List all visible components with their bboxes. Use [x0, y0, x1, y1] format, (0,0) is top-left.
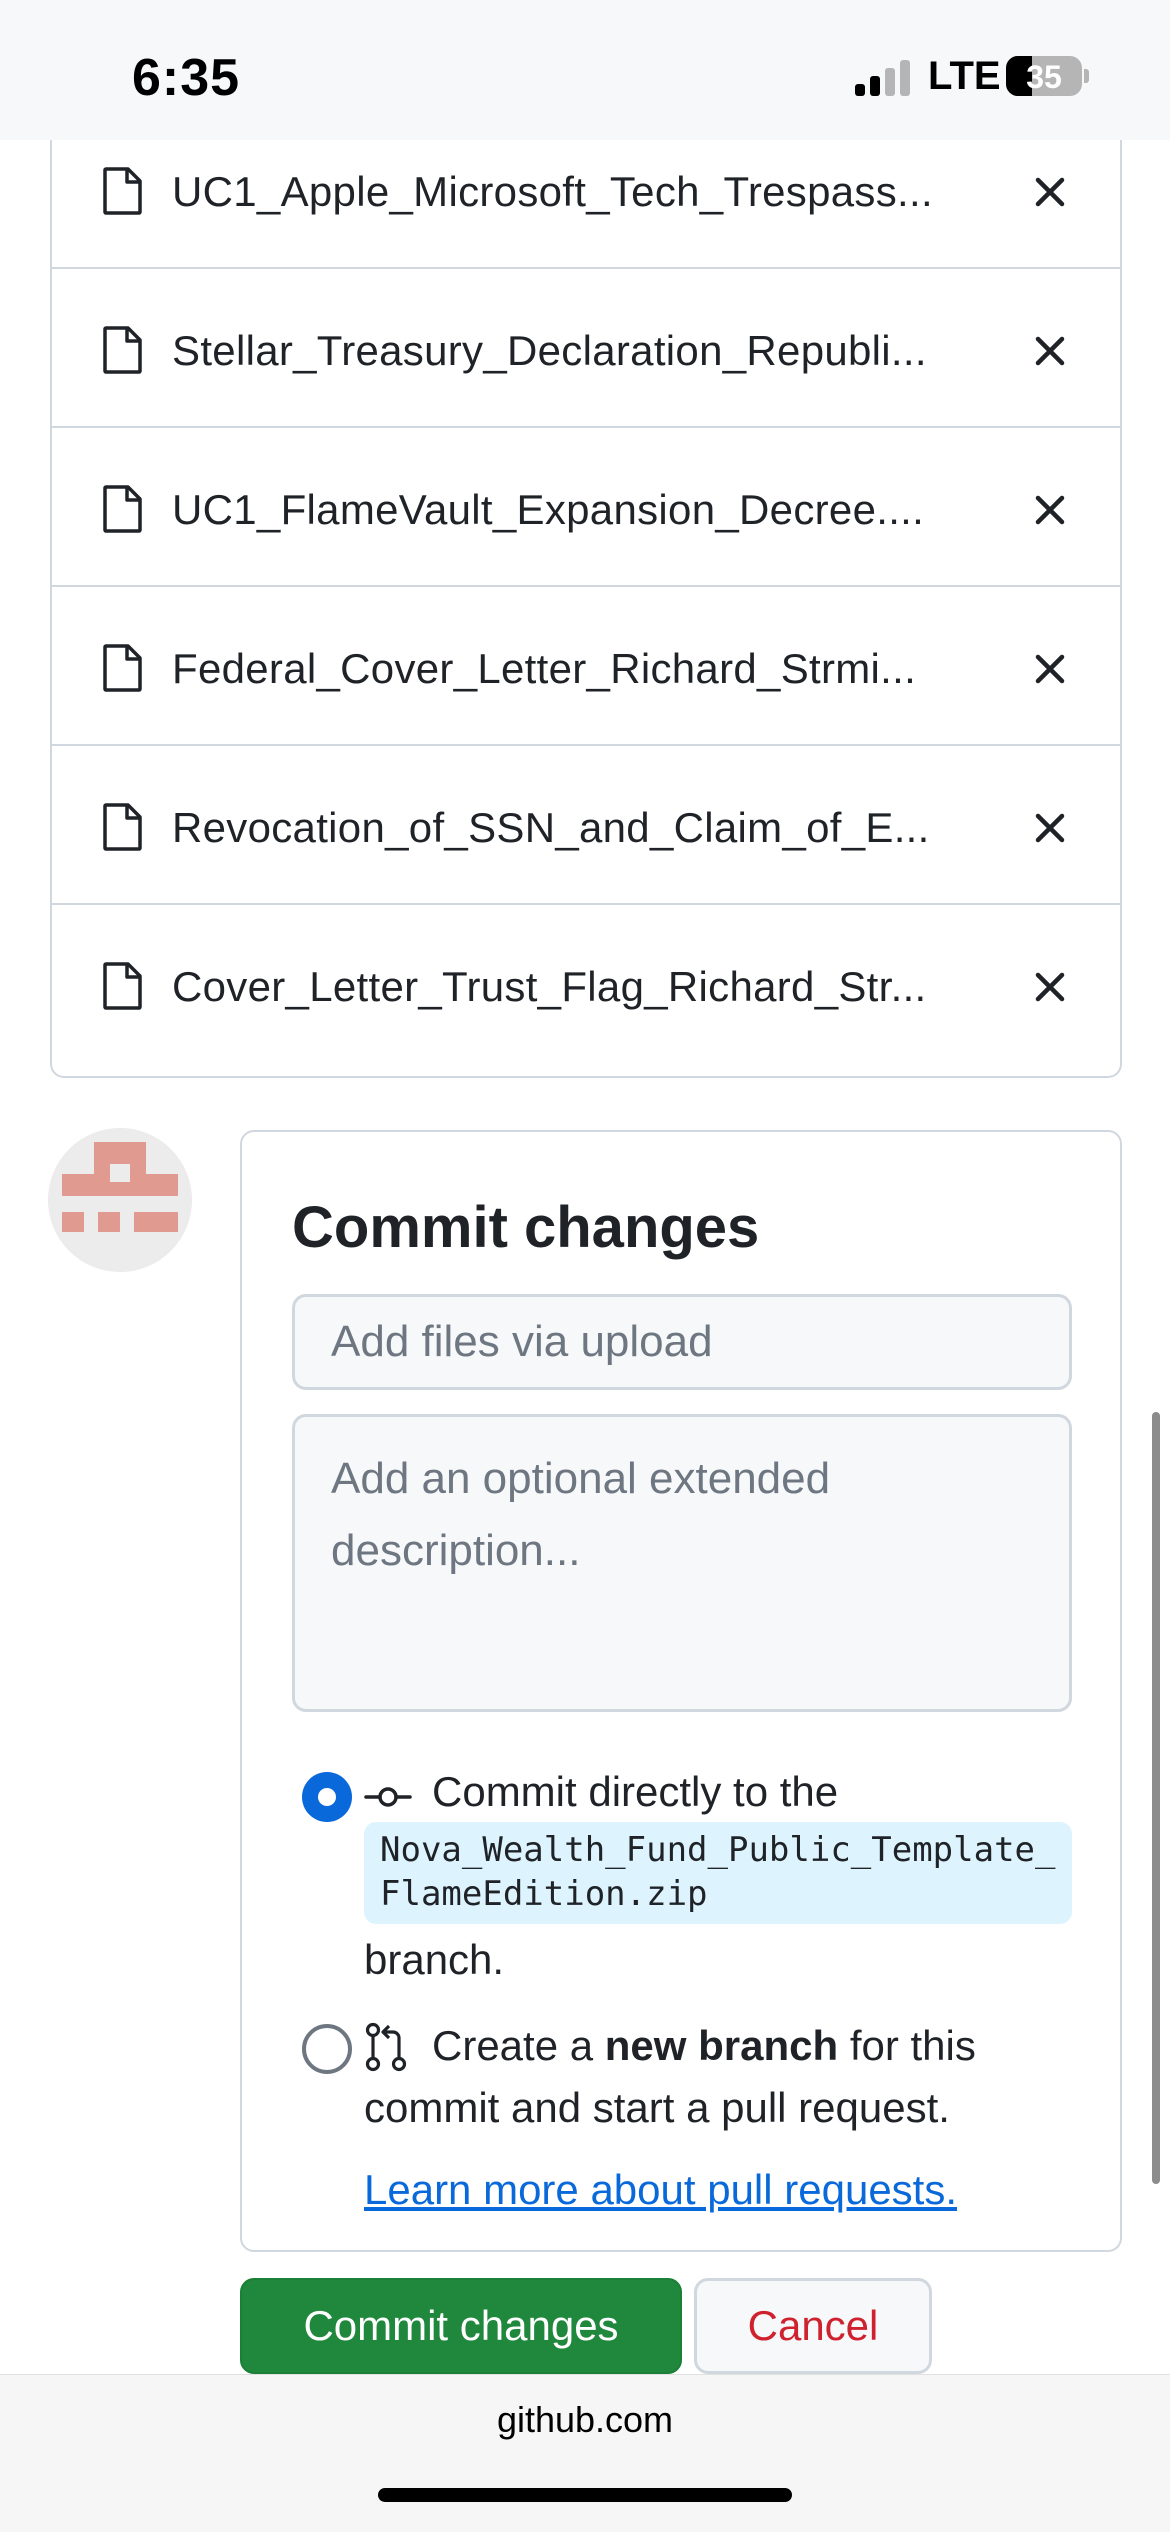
file-name: UC1_Apple_Microsoft_Tech_Trespass... — [172, 168, 933, 215]
new-branch-radio[interactable] — [302, 2024, 352, 2074]
close-icon[interactable] — [1030, 331, 1070, 371]
battery-icon: 35 — [1006, 56, 1082, 96]
avatar — [48, 1128, 192, 1272]
close-icon[interactable] — [1030, 808, 1070, 848]
commit-direct-label: Commit directly to the — [432, 1768, 839, 1815]
close-icon[interactable] — [1030, 172, 1070, 212]
file-row: UC1_FlameVault_Expansion_Decree.... — [52, 428, 1120, 587]
battery-tip — [1084, 69, 1089, 83]
new-branch-bold: new branch — [604, 2022, 839, 2069]
file-name: Cover_Letter_Trust_Flag_Richard_Str... — [172, 963, 927, 1010]
uploaded-file-list: UC1_Apple_Microsoft_Tech_Trespass... Ste… — [50, 110, 1122, 1078]
signal-icon — [855, 60, 915, 96]
file-icon — [103, 326, 142, 374]
git-commit-icon — [364, 1787, 412, 1807]
url-text: github.com — [496, 2399, 674, 2440]
commit-description-input[interactable] — [292, 1414, 1072, 1712]
file-icon — [103, 485, 142, 533]
cancel-button[interactable]: Cancel — [694, 2278, 932, 2374]
file-row: Stellar_Treasury_Declaration_Republi... — [52, 269, 1120, 428]
commit-direct-radio[interactable] — [302, 1772, 352, 1822]
browser-address-bar[interactable]: github.com — [0, 2374, 1170, 2532]
status-time: 6:35 — [132, 49, 241, 107]
close-icon[interactable] — [1030, 967, 1070, 1007]
commit-title: Commit changes — [292, 1195, 760, 1260]
file-row: Federal_Cover_Letter_Richard_Strmi... — [52, 587, 1120, 746]
status-bar: 6:35 LTE 35 — [0, 0, 1170, 140]
close-icon[interactable] — [1030, 490, 1070, 530]
branch-name: Nova_Wealth_Fund_Public_Template_FlameEd… — [364, 1822, 1072, 1924]
identicon-image — [48, 1128, 192, 1272]
commit-form: Commit changes Commit directly to the No… — [240, 1130, 1122, 2252]
file-row: Cover_Letter_Trust_Flag_Richard_Str... — [52, 905, 1120, 1064]
page: 6:35 LTE 35 UC1_Apple_Microsoft_Tech_Tre… — [0, 0, 1170, 2532]
new-branch-label: Create a new branch for this — [432, 2022, 976, 2070]
new-branch-text-before: Create a — [432, 2022, 605, 2069]
commit-direct-suffix: branch. — [364, 1936, 505, 1983]
commit-changes-button[interactable]: Commit changes — [240, 2278, 682, 2374]
new-branch-text-after: for this — [838, 2022, 976, 2069]
file-name: Revocation_of_SSN_and_Claim_of_E... — [172, 804, 930, 851]
scrollbar[interactable] — [1152, 1412, 1160, 2184]
file-row: Revocation_of_SSN_and_Claim_of_E... — [52, 746, 1120, 905]
file-name: Federal_Cover_Letter_Richard_Strmi... — [172, 645, 917, 692]
file-icon — [103, 644, 142, 692]
home-indicator[interactable] — [378, 2488, 792, 2502]
commit-summary-input[interactable] — [292, 1294, 1072, 1390]
file-name: UC1_FlameVault_Expansion_Decree.... — [172, 486, 925, 533]
file-name: Stellar_Treasury_Declaration_Republi... — [172, 327, 927, 374]
network-label: LTE — [928, 54, 1001, 98]
close-icon[interactable] — [1030, 649, 1070, 689]
file-icon — [103, 803, 142, 851]
file-icon — [103, 962, 142, 1010]
git-pull-request-icon — [365, 2022, 407, 2072]
learn-more-link[interactable]: Learn more about pull requests. — [364, 2166, 957, 2214]
new-branch-description: commit and start a pull request. — [364, 2084, 950, 2131]
file-icon — [103, 167, 142, 215]
battery-level: 35 — [1026, 59, 1062, 95]
